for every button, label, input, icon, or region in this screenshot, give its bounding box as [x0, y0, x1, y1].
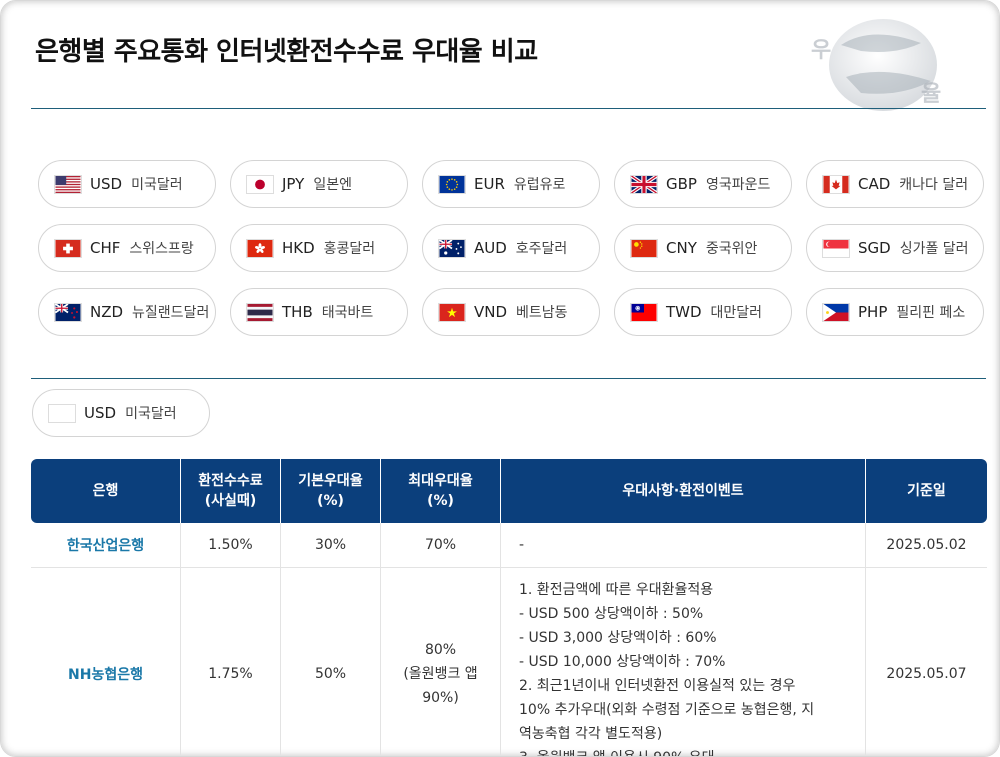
currency-name: 뉴질랜드달러: [132, 305, 210, 321]
newzealand-flag-icon: [54, 302, 82, 322]
vietnam-flag-icon: [438, 302, 466, 322]
selected-currency-pill[interactable]: USD 미국달러: [32, 389, 210, 437]
taiwan-flag-icon: [630, 302, 658, 322]
currency-name: 유럽유로: [513, 177, 566, 193]
table-cell-fee: 1.50%: [181, 523, 281, 567]
currency-code: GBP: [666, 175, 697, 193]
currency-name: 일본엔: [313, 177, 352, 193]
currency-code: HKD: [282, 239, 315, 257]
currency-code: JPY: [282, 175, 305, 193]
selected-currency-name: 미국달러: [125, 406, 177, 422]
table-cell-max: 70%: [381, 523, 501, 567]
currency-name: 대만달러: [710, 305, 763, 321]
currency-name: 태국바트: [321, 305, 374, 321]
table-header: 은행 환전수수료 (사실때) 기본우대율 (%) 최대우대율 (%) 우대사항·환전이…: [31, 459, 987, 523]
currency-option-jpy[interactable]: JPY 일본엔: [230, 160, 408, 208]
globe-logo-icon: 우 율: [811, 19, 941, 111]
currency-option-aud[interactable]: AUD 호주달러: [422, 224, 600, 272]
table-row-bank[interactable]: 한국산업은행: [31, 523, 181, 567]
currency-name: 홍콩달러: [323, 241, 376, 257]
currency-code: PHP: [858, 303, 888, 321]
currency-code: CHF: [90, 239, 121, 257]
divider: [31, 108, 986, 109]
japan-flag-icon: [246, 174, 274, 194]
eu-flag-icon: [438, 174, 466, 194]
header-bank: 은행: [31, 459, 181, 523]
page-frame: 은행별 주요통화 인터넷환전수수료 우대율 비교 우 율 USD 미국달러 JPY 일…: [0, 0, 1000, 757]
table-cell-date: 2025.05.07: [886, 666, 967, 682]
table-cell-base: 50%: [281, 568, 381, 756]
currency-code: SGD: [858, 239, 891, 257]
header-max-rate: 최대우대율 (%): [381, 459, 501, 523]
currency-name: 중국위안: [705, 241, 758, 257]
currency-name: 베트남동: [516, 305, 568, 321]
page-title: 은행별 주요통화 인터넷환전수수료 우대율 비교: [35, 37, 538, 67]
table-cell-fee: 1.75%: [181, 568, 281, 756]
currency-option-cad[interactable]: CAD 캐나다 달러: [806, 160, 984, 208]
currency-option-vnd[interactable]: VND 베트남동: [422, 288, 600, 336]
svg-text:우: 우: [811, 38, 831, 63]
currency-option-hkd[interactable]: HKD 홍콩달러: [230, 224, 408, 272]
thailand-flag-icon: [246, 302, 274, 322]
table-cell-date: 2025.05.02: [886, 537, 967, 553]
us-flag-icon: [48, 403, 76, 423]
table-cell-event: 1. 환전금액에 따른 우대환율적용 - USD 500 상당액이하 : 50%…: [501, 568, 866, 756]
currency-option-twd[interactable]: TWD 대만달러: [614, 288, 792, 336]
currency-name: 캐나다 달러: [899, 177, 969, 193]
table-cell-base: 30%: [281, 523, 381, 567]
selected-currency-code: USD: [84, 404, 117, 422]
table-cell-max: 80% (올원뱅크 앱 90%): [381, 568, 501, 756]
currency-option-eur[interactable]: EUR 유럽유로: [422, 160, 600, 208]
canada-flag-icon: [822, 174, 850, 194]
table-row-bank[interactable]: NH농협은행: [31, 568, 181, 756]
swiss-flag-icon: [54, 238, 82, 258]
currency-option-cny[interactable]: CNY 중국위안: [614, 224, 792, 272]
currency-name: 필리핀 페소: [896, 305, 966, 321]
currency-option-thb[interactable]: THB 태국바트: [230, 288, 408, 336]
header-fee: 환전수수료 (사실때): [181, 459, 281, 523]
currency-option-chf[interactable]: CHF 스위스프랑: [38, 224, 216, 272]
hongkong-flag-icon: [246, 238, 274, 258]
us-flag-icon: [54, 174, 82, 194]
currency-option-usd[interactable]: USD 미국달러: [38, 160, 216, 208]
currency-name: 싱가폴 달러: [899, 241, 969, 257]
currency-name: 미국달러: [131, 177, 183, 193]
table-cell-event: -: [501, 523, 866, 567]
currency-name: 영국파운드: [705, 177, 771, 193]
uk-flag-icon: [630, 174, 658, 194]
currency-code: NZD: [90, 303, 124, 321]
currency-option-nzd[interactable]: NZD 뉴질랜드달러: [38, 288, 216, 336]
header-event: 우대사항·환전이벤트: [501, 459, 866, 523]
header-date: 기준일: [907, 482, 946, 499]
svg-text:율: 율: [921, 82, 941, 107]
divider: [31, 378, 986, 379]
currency-code: EUR: [474, 175, 505, 193]
header-base-rate: 기본우대율 (%): [281, 459, 381, 523]
currency-option-gbp[interactable]: GBP 영국파운드: [614, 160, 792, 208]
currency-option-php[interactable]: PHP 필리핀 페소: [806, 288, 984, 336]
singapore-flag-icon: [822, 238, 850, 258]
china-flag-icon: [630, 238, 658, 258]
currency-code: TWD: [666, 303, 702, 321]
currency-option-sgd[interactable]: SGD 싱가폴 달러: [806, 224, 984, 272]
australia-flag-icon: [438, 238, 466, 258]
currency-code: VND: [474, 303, 508, 321]
currency-code: USD: [90, 175, 123, 193]
currency-code: AUD: [474, 239, 507, 257]
currency-name: 스위스프랑: [129, 241, 194, 257]
currency-name: 호주달러: [515, 241, 568, 257]
currency-code: CAD: [858, 175, 891, 193]
philippines-flag-icon: [822, 302, 850, 322]
currency-code: THB: [282, 303, 313, 321]
currency-code: CNY: [666, 239, 697, 257]
